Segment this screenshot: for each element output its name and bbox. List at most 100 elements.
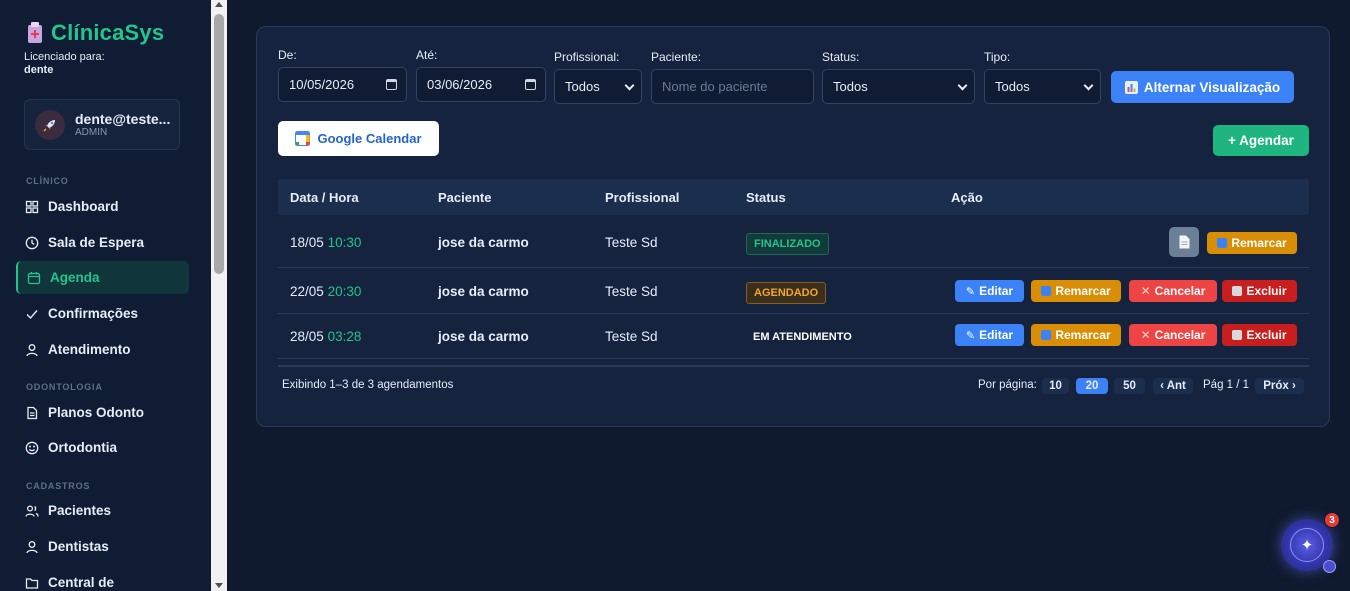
reschedule-button[interactable]: Remarcar	[1031, 324, 1121, 346]
row-datetime: 22/05 20:30	[290, 284, 361, 299]
brand[interactable]: ClínicaSys	[25, 20, 164, 46]
edit-button[interactable]: ✎ Editar	[955, 324, 1024, 346]
delete-button[interactable]: Excluir	[1222, 324, 1297, 346]
column-header-date: Data / Hora	[290, 190, 359, 205]
table-header: Data / Hora Paciente Profissional Status…	[278, 179, 1309, 215]
delete-button[interactable]: Excluir	[1222, 280, 1297, 302]
add-appointment-button[interactable]: + Agendar	[1213, 125, 1309, 156]
sparkle-icon: ✦	[1290, 528, 1324, 562]
status-select-value: Todos	[833, 79, 868, 94]
bar-chart-icon	[1124, 80, 1138, 94]
results-summary: Exibindo 1–3 de 3 agendamentos	[282, 379, 454, 391]
column-header-action: Ação	[951, 190, 983, 205]
sidebar-item-central-de[interactable]: Central de	[16, 566, 189, 591]
cancel-button[interactable]: ✕ Cancelar	[1129, 280, 1217, 302]
appointments-card: De: Até: Profissional: Paciente: Status:…	[256, 26, 1330, 427]
edit-label: Editar	[979, 328, 1014, 342]
sidebar-item-ortodontia[interactable]: Ortodontia	[16, 431, 189, 464]
date-to-input[interactable]: 03/06/2026	[416, 67, 546, 102]
delete-label: Excluir	[1246, 328, 1287, 342]
clock-icon	[25, 236, 39, 249]
edit-label: Editar	[979, 284, 1014, 298]
per-page-option-50[interactable]: 50	[1114, 378, 1145, 394]
user-icon	[26, 343, 38, 356]
scroll-down-arrow-icon[interactable]	[215, 583, 223, 588]
chevron-down-icon	[1083, 80, 1094, 91]
sidebar-item-label: Dashboard	[48, 199, 119, 214]
license-owner: dente	[24, 64, 54, 76]
status-badge: AGENDADO	[746, 282, 827, 304]
user-card[interactable]: dente@teste... ADMIN	[24, 99, 180, 150]
trash-icon	[1232, 330, 1243, 340]
section-cadastros: CADASTROS	[26, 481, 91, 491]
rocket-icon	[43, 119, 55, 132]
refresh-icon	[1041, 286, 1052, 296]
sidebar-item-dashboard[interactable]: Dashboard	[16, 190, 189, 223]
per-page-option-20[interactable]: 20	[1076, 378, 1108, 394]
section-clinico: CLÍNICO	[26, 176, 69, 186]
clinic-logo-icon	[28, 22, 42, 43]
sidebar-item-planos-odonto[interactable]: Planos Odonto	[16, 396, 189, 429]
profissional-select[interactable]: Todos	[554, 69, 642, 104]
scroll-up-arrow-icon[interactable]	[215, 2, 223, 7]
calendar-icon[interactable]	[386, 79, 397, 90]
brand-name: ClínicaSys	[51, 20, 165, 45]
sidebar-item-label: Central de	[48, 575, 115, 590]
google-calendar-button[interactable]: Google Calendar	[278, 121, 439, 156]
tipo-select[interactable]: Todos	[984, 69, 1101, 104]
tipo-select-value: Todos	[995, 79, 1030, 94]
date-from-input[interactable]: 10/05/2026	[278, 67, 407, 102]
sidebar-item-agenda[interactable]: Agenda	[16, 261, 189, 294]
document-button[interactable]	[1169, 227, 1199, 257]
date-from-value: 10/05/2026	[289, 77, 355, 92]
smile-icon	[25, 441, 39, 454]
filter-ate-label: Até:	[416, 48, 438, 62]
chevron-down-icon	[624, 80, 635, 91]
avatar	[35, 109, 65, 140]
calendar-icon	[27, 271, 41, 284]
row-patient: jose da carmo	[438, 284, 529, 299]
document-icon	[27, 406, 38, 419]
pencil-icon: ✎	[965, 285, 976, 298]
filter-profissional-label: Profissional:	[554, 50, 620, 64]
refresh-icon	[1217, 238, 1228, 248]
edit-button[interactable]: ✎ Editar	[955, 280, 1024, 302]
sidebar-item-atendimento[interactable]: Atendimento	[16, 333, 189, 366]
check-icon	[26, 309, 38, 319]
sidebar-item-sala-de-espera[interactable]: Sala de Espera	[16, 226, 189, 259]
next-page-button[interactable]: Próx ›	[1255, 378, 1304, 394]
license-label: Licenciado para:	[24, 51, 105, 63]
folder-icon	[25, 577, 39, 589]
cancel-button[interactable]: ✕ Cancelar	[1129, 324, 1217, 346]
sidebar-item-label: Dentistas	[48, 539, 109, 554]
sidebar-item-dentistas[interactable]: Dentistas	[16, 530, 189, 563]
refresh-icon	[1041, 330, 1052, 340]
calendar-icon[interactable]	[525, 79, 536, 90]
status-select[interactable]: Todos	[822, 69, 975, 104]
google-calendar-icon	[295, 131, 311, 146]
close-icon: ✕	[1140, 284, 1151, 298]
table-row[interactable]: 18/05 10:30 jose da carmo Teste Sd FINAL…	[278, 223, 1309, 268]
scroll-thumb[interactable]	[214, 14, 224, 274]
column-header-professional: Profissional	[605, 190, 680, 205]
sidebar-scrollbar[interactable]	[211, 0, 227, 591]
sidebar-item-label: Atendimento	[48, 342, 131, 357]
row-date: 22/05	[290, 284, 324, 299]
sidebar-item-confirmacoes[interactable]: Confirmações	[16, 297, 189, 330]
delete-label: Excluir	[1246, 284, 1287, 298]
notification-badge: 3	[1324, 512, 1340, 528]
chevron-down-icon	[957, 80, 968, 91]
trash-icon	[1232, 286, 1243, 296]
patient-search-input[interactable]: Nome do paciente	[651, 69, 814, 104]
per-page-option-10[interactable]: 10	[1042, 378, 1069, 394]
prev-page-button[interactable]: ‹ Ant	[1153, 378, 1193, 394]
sidebar-item-label: Planos Odonto	[48, 405, 144, 420]
sidebar-item-pacientes[interactable]: Pacientes	[16, 494, 189, 527]
table-row[interactable]: 28/05 03:28 jose da carmo Teste Sd EM AT…	[278, 314, 1309, 359]
reschedule-button[interactable]: Remarcar	[1031, 280, 1121, 302]
reschedule-button[interactable]: Remarcar	[1207, 232, 1297, 254]
toggle-view-button[interactable]: Alternar Visualização	[1111, 71, 1294, 103]
table-row[interactable]: 22/05 20:30 jose da carmo Teste Sd AGEND…	[278, 269, 1309, 314]
sidebar-item-label: Pacientes	[48, 503, 112, 518]
row-datetime: 18/05 10:30	[290, 235, 361, 250]
